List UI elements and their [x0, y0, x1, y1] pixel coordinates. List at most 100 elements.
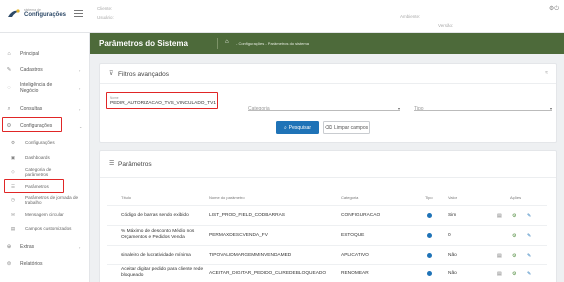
clock-icon: ◷ — [11, 197, 15, 202]
eraser-icon: ⌫ — [324, 124, 332, 131]
logo-mark-icon — [8, 9, 20, 17]
column-header-tipo[interactable]: Tipo — [425, 195, 433, 200]
cell-valor: Não — [448, 253, 457, 258]
cell-categoria: ESTOQUE — [341, 233, 365, 238]
clear-button-label: Limpar campos — [333, 124, 369, 131]
tipo-placeholder: Tipo — [414, 106, 424, 112]
report-icon: ⊜ — [6, 261, 12, 267]
cell-nome: PERMAXDESCVENDA_FV — [209, 233, 268, 238]
cell-categoria: CONFIGURACAO — [341, 213, 381, 218]
chevron-right-icon: › — [79, 106, 81, 112]
column-header-titulo[interactable]: Título — [121, 195, 131, 200]
sidebar-item-label: Extras — [20, 244, 35, 250]
table-row[interactable]: sinaleiro de lucratividade mínima TIPOVA… — [107, 245, 547, 265]
column-header-categoria[interactable]: Categoria — [341, 195, 358, 200]
sidebar-subitem-mensagem[interactable]: ✉ Mensagem circular — [0, 211, 90, 218]
chevron-right-icon: › — [79, 85, 81, 91]
chevron-right-icon: › — [79, 244, 81, 250]
cell-titulo: % Máximo de desconto Médio nos Orçamento… — [121, 229, 195, 240]
cell-categoria: APLICATIVO — [341, 253, 369, 258]
cell-categoria: RENOMEAR — [341, 271, 369, 276]
header-settings-logout-icon[interactable]: ⚙⏻ — [549, 5, 559, 13]
view-icon[interactable]: ▤ — [497, 253, 502, 259]
sidebar-item-label: Inteligência de Negócio — [20, 82, 53, 94]
app-logo[interactable]: sistema de Configurações — [7, 6, 67, 24]
chevron-right-icon: › — [79, 67, 81, 73]
view-icon[interactable]: ▤ — [497, 213, 502, 219]
highlight-nome-field — [106, 92, 218, 109]
usuario-label: Usuário: — [97, 15, 114, 20]
tipo-select[interactable]: Tipo ▾ — [414, 102, 552, 112]
sidebar-subitem-label: Configurações — [25, 139, 55, 145]
collapse-icon[interactable]: ≈ — [545, 70, 548, 76]
breadcrumb: - Configurações - Parâmetros do sistema — [236, 40, 309, 46]
filters-card-header: ⊽ Filtros avançados ≈ — [100, 64, 556, 84]
sidebar-item-principal[interactable]: ⌂ Principal — [0, 50, 90, 58]
highlight-parametros — [4, 179, 64, 193]
gear-icon: ⚙ — [10, 139, 16, 145]
parameters-title: Parâmetros — [118, 160, 152, 168]
gear-icon[interactable]: ⚙ — [512, 253, 516, 259]
sidebar-subitem-jornada[interactable]: ◷ Parâmetros de jornada de trabalho — [0, 194, 90, 206]
sidebar-subitem-label: Dashboards — [25, 154, 50, 160]
type-icon — [427, 233, 432, 238]
gear-icon[interactable]: ⚙ — [512, 271, 516, 277]
column-header-valor[interactable]: Valor — [448, 195, 457, 200]
message-icon: ✉ — [11, 211, 15, 217]
sidebar-subitem-campos[interactable]: ▤ Campos customizados — [0, 225, 90, 232]
sidebar-item-inteligencia[interactable]: ◌ Inteligência de Negócio › — [0, 81, 90, 95]
sidebar-item-consultas[interactable]: ⌕ Consultas › — [0, 105, 90, 113]
gear-icon[interactable]: ⚙ — [512, 213, 516, 219]
parameters-card-header: ☰ Parâmetros — [100, 151, 556, 178]
search-icon: ⌕ — [283, 124, 287, 131]
category-icon: ◇ — [11, 169, 15, 174]
home-icon: ⌂ — [7, 51, 11, 57]
edit-icon[interactable]: ✎ — [527, 233, 531, 239]
clear-fields-button[interactable]: ⌫ Limpar campos — [323, 121, 370, 134]
table-row[interactable]: Aceitar digitar pedido para cliente rede… — [107, 264, 547, 282]
fields-icon: ▤ — [10, 225, 16, 231]
page-title: Parâmetros do Sistema — [99, 39, 188, 48]
page-header: Parâmetros do Sistema ⌂ - Configurações … — [90, 33, 564, 54]
sidebar-item-cadastros[interactable]: ✎ Cadastros › — [0, 66, 90, 74]
sidebar-subitem-categoria[interactable]: ◇ Categoria de parâmetros — [0, 166, 90, 178]
edit-icon[interactable]: ✎ — [527, 213, 531, 219]
cell-titulo: Aceitar digitar pedido para cliente rede… — [121, 267, 204, 278]
home-icon[interactable]: ⌂ — [225, 39, 229, 45]
type-icon — [427, 271, 432, 276]
sidebar-item-extras[interactable]: ⊕ Extras › — [0, 243, 90, 251]
gear-icon[interactable]: ⚙ — [512, 233, 516, 239]
categoria-select[interactable]: Categoria ▾ — [248, 102, 400, 112]
sidebar-item-label: Principal — [20, 51, 40, 57]
sidebar-item-label: Consultas — [20, 106, 43, 112]
sidebar-subitem-label: Parâmetros de jornada de trabalho — [25, 194, 79, 206]
search-button[interactable]: ⌕ Pesquisar — [276, 121, 319, 134]
table-row[interactable]: % Máximo de desconto Médio nos Orçamento… — [107, 225, 547, 245]
column-header-acoes: Ações — [510, 195, 522, 200]
sidebar-subitem-dashboards[interactable]: ▣ Dashboards — [0, 154, 90, 161]
cell-nome: TIPOVALIDMARGEMMINVENDAMED — [209, 253, 292, 258]
filters-title: Filtros avançados — [118, 70, 169, 78]
sidebar-subitem-configuracoes[interactable]: ⚙ Configurações — [0, 139, 90, 146]
categoria-placeholder: Categoria — [248, 106, 270, 112]
menu-toggle-icon[interactable] — [74, 10, 83, 18]
cliente-label: Cliente: — [97, 6, 113, 11]
cell-valor: 0 — [448, 233, 451, 238]
sidebar-subitem-label: Campos customizados — [25, 225, 72, 231]
edit-icon[interactable]: ✎ — [527, 253, 531, 259]
dashboard-icon: ▣ — [10, 154, 16, 160]
sidebar-subitem-label: Categoria de parâmetros — [25, 166, 52, 178]
versao-label: Versão: — [438, 23, 454, 28]
column-header-nome[interactable]: Nome do parâmetro — [209, 195, 245, 200]
table-row[interactable]: Código de barras sendo exibido LIST_PROD… — [107, 205, 547, 225]
sidebar-subitem-label: Mensagem circular — [25, 211, 64, 217]
sidebar-item-relatorios[interactable]: ⊜ Relatórios — [0, 260, 90, 268]
sidebar: ⌂ Principal ✎ Cadastros › ◌ Inteligência… — [0, 33, 90, 282]
list-icon: ☰ — [109, 161, 115, 167]
search-button-label: Pesquisar — [288, 124, 312, 131]
bulb-icon: ◌ — [7, 85, 11, 91]
sidebar-item-label: Relatórios — [20, 261, 43, 267]
view-icon[interactable]: ▤ — [497, 271, 502, 277]
edit-icon[interactable]: ✎ — [527, 271, 531, 277]
top-header: sistema de Configurações Cliente: Usuári… — [0, 0, 564, 33]
